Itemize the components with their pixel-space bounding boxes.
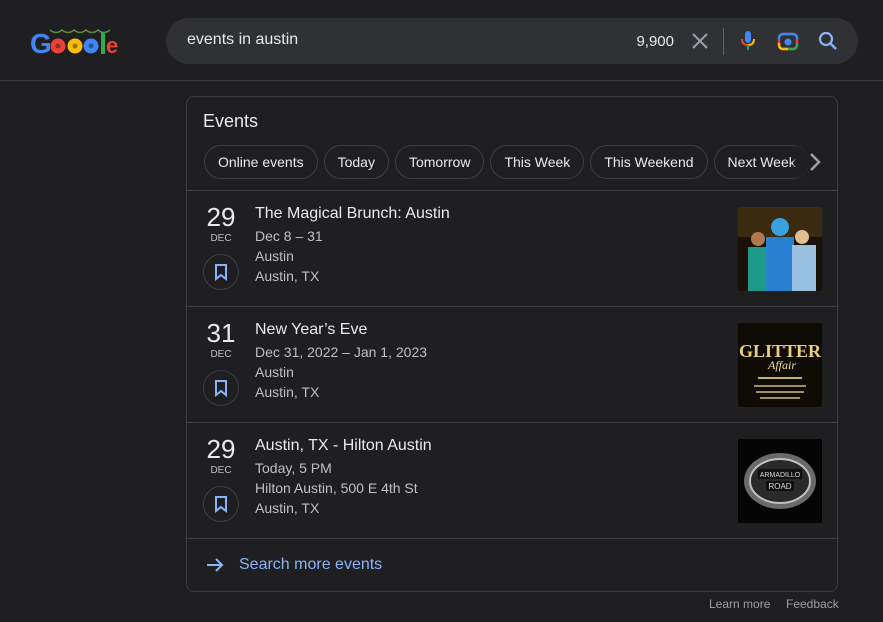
- search-input[interactable]: events in austin: [187, 31, 298, 49]
- event-month: DEC: [210, 349, 232, 360]
- event-item[interactable]: 31 DEC New Year’s Eve Dec 31, 2022 – Jan…: [187, 306, 837, 422]
- event-item[interactable]: 29 DEC The Magical Brunch: Austin Dec 8 …: [187, 190, 837, 306]
- event-title[interactable]: Austin, TX - Hilton Austin: [255, 437, 432, 455]
- svg-text:ROAD: ROAD: [768, 482, 791, 491]
- event-day: 29: [206, 434, 236, 464]
- chip-tomorrow[interactable]: Tomorrow: [394, 145, 485, 179]
- event-title[interactable]: The Magical Brunch: Austin: [255, 205, 450, 223]
- event-item[interactable]: 29 DEC Austin, TX - Hilton Austin Today,…: [187, 422, 837, 538]
- svg-text:e: e: [106, 33, 118, 58]
- event-month: DEC: [210, 233, 232, 244]
- event-month: DEC: [210, 465, 232, 476]
- camera-lens-icon[interactable]: [776, 29, 800, 53]
- search-box[interactable]: events in austin 9,900: [166, 18, 858, 64]
- chip-this-weekend[interactable]: This Weekend: [590, 145, 708, 179]
- svg-text:ARMADILLO: ARMADILLO: [760, 472, 801, 479]
- chip-this-week[interactable]: This Week: [490, 145, 585, 179]
- event-location: Austin, TX: [255, 268, 320, 284]
- event-venue: Austin: [255, 248, 294, 264]
- event-location: Austin, TX: [255, 384, 320, 400]
- event-thumbnail[interactable]: [738, 207, 822, 291]
- search-more-events-label[interactable]: Search more events: [239, 556, 382, 574]
- bookmark-icon[interactable]: [203, 486, 239, 522]
- arrow-right-icon: [205, 555, 225, 580]
- filter-chips: Online events Today Tomorrow This Week T…: [204, 145, 837, 179]
- card-title: Events: [203, 111, 259, 131]
- events-card: Events Online events Today Tomorrow This…: [186, 96, 838, 592]
- chevron-right-icon[interactable]: [793, 145, 837, 179]
- event-day: 31: [206, 318, 236, 348]
- bookmark-icon[interactable]: [203, 254, 239, 290]
- event-title[interactable]: New Year’s Eve: [255, 321, 367, 339]
- svg-text:G: G: [30, 28, 52, 59]
- header: G e events in austin 9,900: [0, 0, 883, 81]
- event-thumbnail[interactable]: ARMADILLO ROAD: [738, 439, 822, 523]
- bookmark-icon[interactable]: [203, 370, 239, 406]
- chip-today[interactable]: Today: [323, 145, 389, 179]
- google-logo[interactable]: G e: [30, 24, 122, 60]
- result-count: 9,900: [636, 33, 674, 50]
- event-when: Dec 31, 2022 – Jan 1, 2023: [255, 344, 428, 360]
- event-location: Austin, TX: [255, 500, 320, 516]
- event-thumbnail[interactable]: GLITTER Affair: [738, 323, 822, 407]
- svg-text:Affair: Affair: [767, 358, 796, 372]
- event-when: Today, 5 PM: [255, 460, 332, 476]
- event-venue: Hilton Austin, 500 E 4th St: [255, 480, 418, 496]
- event-venue: Austin: [255, 364, 294, 380]
- search-divider: [723, 28, 724, 55]
- microphone-icon[interactable]: [736, 29, 760, 53]
- close-icon[interactable]: [688, 29, 712, 53]
- chip-online-events[interactable]: Online events: [204, 145, 318, 179]
- learn-more-link[interactable]: Learn more: [709, 597, 770, 611]
- feedback-link[interactable]: Feedback: [786, 597, 839, 611]
- event-day: 29: [206, 202, 236, 232]
- search-icon[interactable]: [816, 29, 840, 53]
- event-when: Dec 8 – 31: [255, 228, 323, 244]
- search-more-events-link[interactable]: Search more events: [187, 538, 837, 591]
